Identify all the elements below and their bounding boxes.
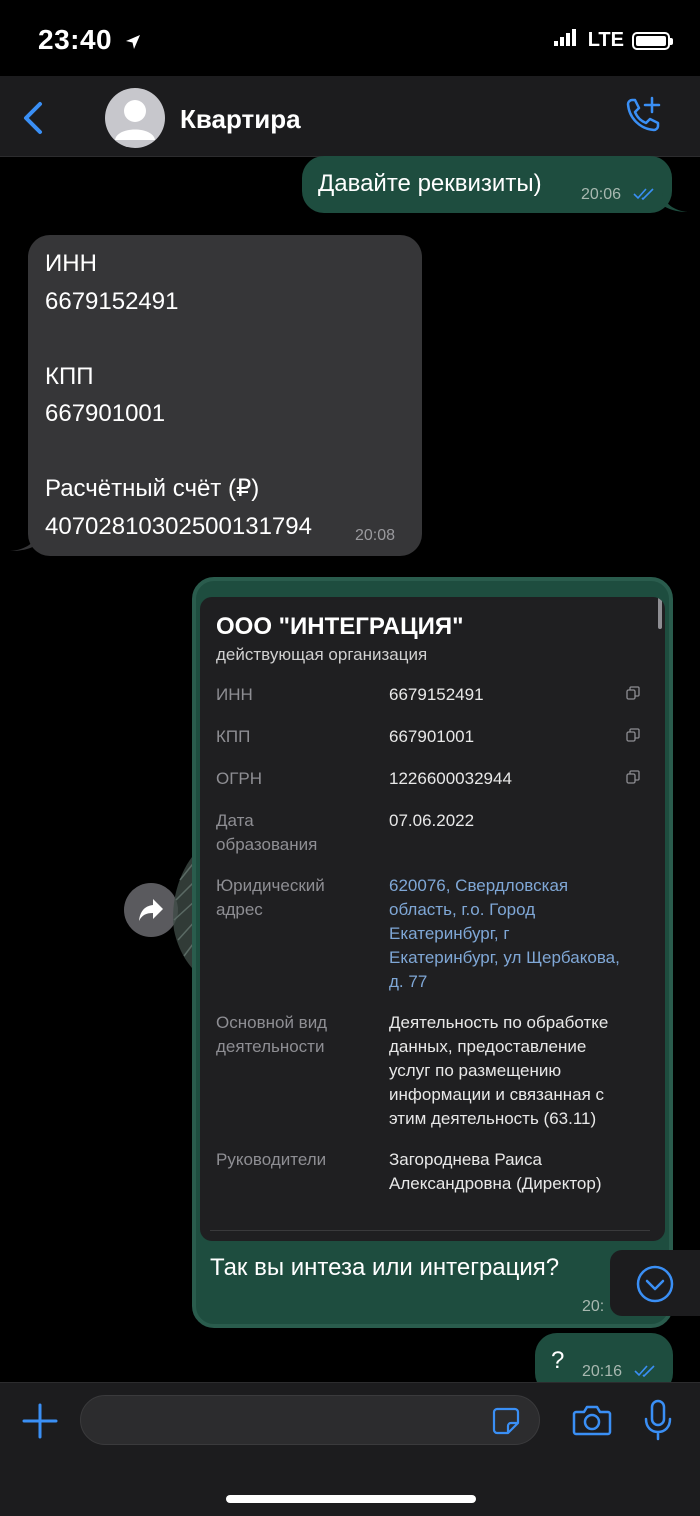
double-check-icon — [633, 187, 655, 206]
chat-header: Квартира — [0, 76, 700, 157]
double-check-icon — [634, 1364, 656, 1382]
company-name: ООО "ИНТЕГРАЦИЯ" — [216, 613, 464, 640]
message-time: 20:06 — [581, 186, 622, 203]
input-bar — [0, 1382, 700, 1516]
scroll-to-bottom-button[interactable] — [610, 1250, 700, 1316]
message-outgoing[interactable]: Давайте реквизиты) 20:06 — [300, 156, 688, 213]
row-label: КПП — [216, 727, 251, 746]
copy-icon[interactable] — [626, 728, 640, 742]
copy-icon[interactable] — [626, 686, 640, 700]
row-value: 07.06.2022 — [389, 811, 475, 830]
row-value: Загороднева Раиса Александровна (Директо… — [389, 1150, 602, 1193]
row-label: Руководители — [216, 1150, 327, 1169]
battery-icon — [632, 31, 673, 50]
row-label: ОГРН — [216, 769, 263, 788]
camera-icon[interactable] — [572, 1403, 612, 1442]
sticker-icon[interactable] — [491, 1406, 521, 1441]
company-card[interactable]: ООО "ИНТЕГРАЦИЯ" действующая организация… — [200, 597, 665, 1241]
message-input[interactable] — [80, 1395, 540, 1445]
phone-plus-icon[interactable] — [622, 96, 664, 143]
status-icons: LTE — [553, 28, 673, 53]
row-label: Дата образования — [216, 811, 318, 854]
status-time: 23:40 — [38, 24, 142, 58]
chevron-down-circle-icon — [635, 1264, 675, 1309]
message-time: 20:08 — [355, 527, 396, 544]
message-incoming[interactable]: ИНН 6679152491 КПП 667901001 Расчётный с… — [10, 235, 422, 556]
row-value[interactable]: 1226600032944 — [389, 767, 512, 791]
message-time: 20: — [582, 1298, 605, 1315]
microphone-icon[interactable] — [643, 1399, 673, 1446]
message-text: Давайте реквизиты) — [318, 170, 542, 197]
message-text: Так вы интеза или интеграция? — [210, 1254, 560, 1281]
company-status: действующая организация — [216, 645, 428, 664]
home-indicator — [226, 1495, 476, 1503]
avatar[interactable] — [105, 88, 165, 148]
card-divider — [210, 1230, 650, 1231]
message-time: 20:16 — [582, 1363, 623, 1380]
row-label: Основной вид деятельности — [216, 1013, 328, 1056]
chevron-left-icon[interactable] — [18, 100, 48, 141]
address-link[interactable]: 620076, Свердловская область, г.о. Город… — [389, 874, 620, 994]
row-value: Деятельность по обработке данных, предос… — [389, 1013, 609, 1128]
scrollbar[interactable] — [658, 597, 662, 629]
row-label: Юридический адрес — [216, 876, 325, 919]
row-value[interactable]: 667901001 — [389, 725, 474, 749]
chat-title[interactable]: Квартира — [180, 104, 301, 135]
row-label: ИНН — [216, 685, 253, 704]
network-label: LTE — [587, 29, 624, 51]
message-text: ИНН 6679152491 КПП 667901001 Расчётный с… — [45, 250, 312, 540]
copy-icon[interactable] — [626, 770, 640, 784]
plus-icon[interactable] — [22, 1403, 58, 1444]
status-time-text: 23:40 — [38, 24, 113, 55]
message-text: ? — [551, 1347, 565, 1374]
signal-icon — [553, 28, 580, 53]
message-outgoing[interactable]: ? 20:16 — [533, 1333, 688, 1382]
location-arrow-icon — [124, 26, 142, 58]
row-value[interactable]: 6679152491 — [389, 683, 484, 707]
